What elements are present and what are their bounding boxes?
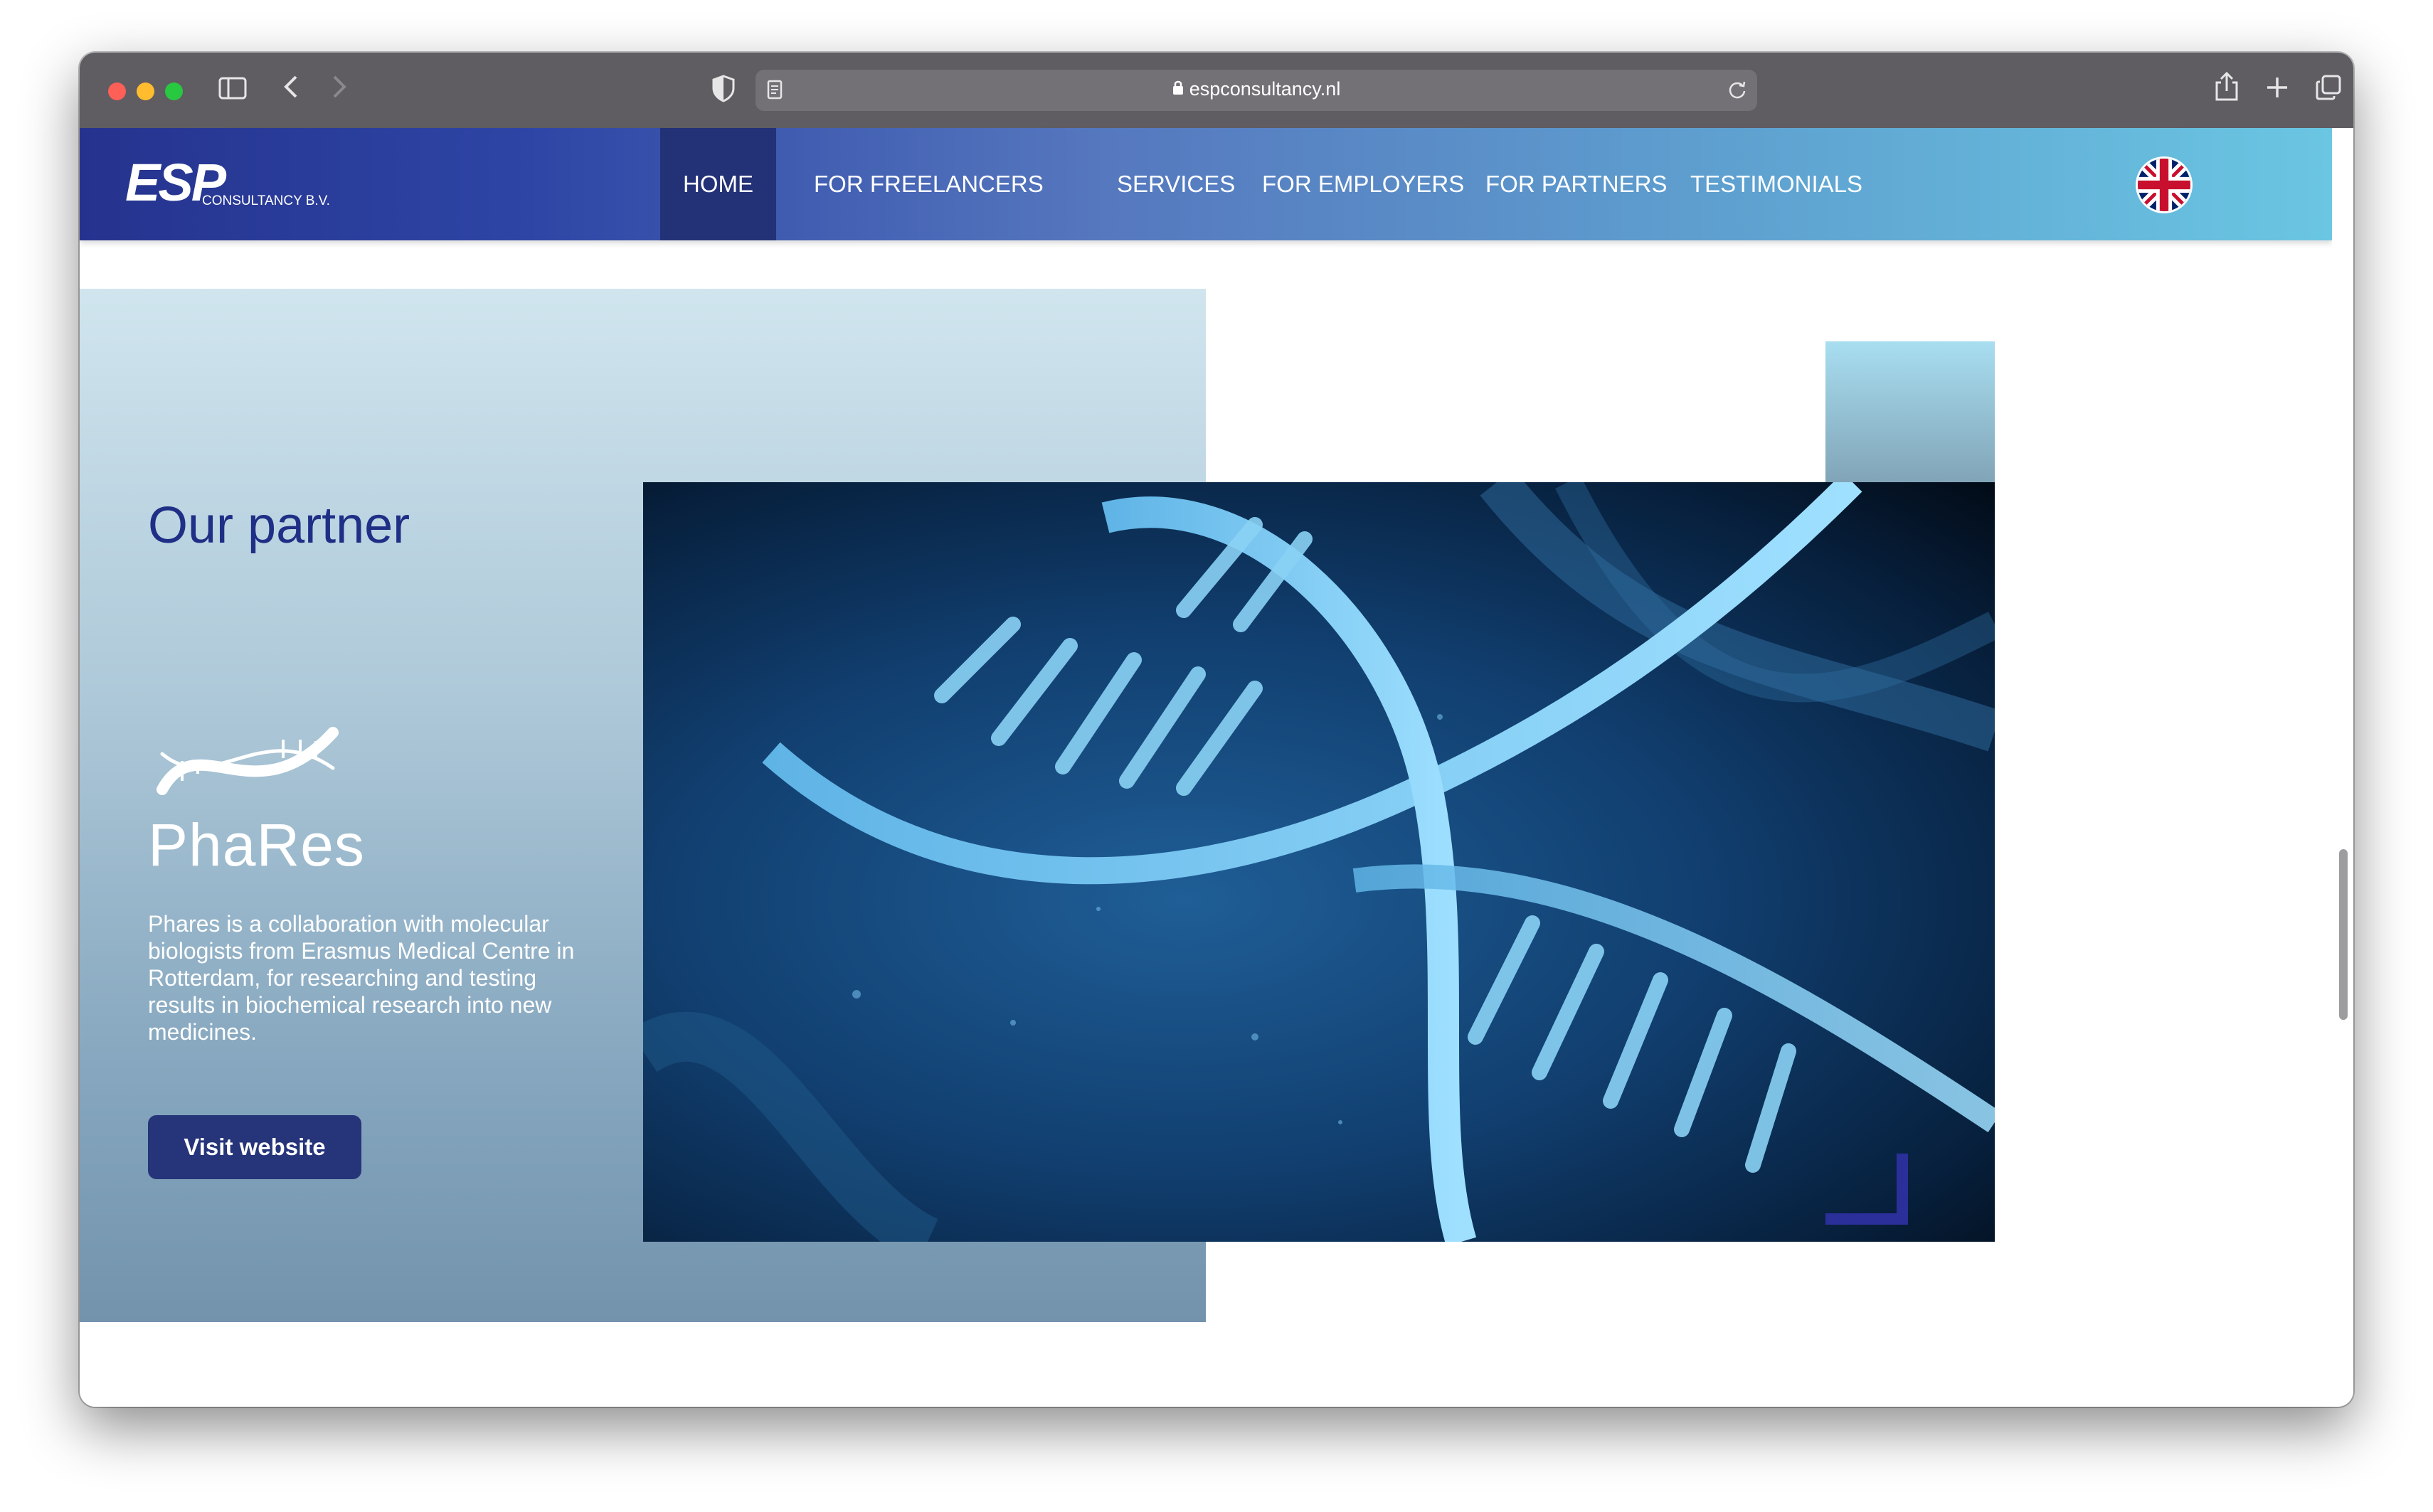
- page-viewport: ESP CONSULTANCY B.V. HOME FOR FREELANCER…: [80, 128, 2332, 1407]
- lock-icon: [1172, 80, 1184, 100]
- phares-helix-icon: [157, 727, 339, 795]
- close-window-button[interactable]: [108, 82, 126, 100]
- browser-toolbar: espconsultancy.nl: [80, 53, 2353, 129]
- share-icon[interactable]: [2214, 71, 2239, 107]
- reload-icon[interactable]: [1727, 80, 1747, 102]
- new-tab-icon[interactable]: [2265, 75, 2289, 105]
- phares-logo: PhaRes: [148, 711, 364, 882]
- nav-services[interactable]: SERVICES: [1094, 128, 1258, 240]
- scrollbar-track[interactable]: [2332, 128, 2353, 1407]
- uk-flag-icon[interactable]: [2136, 156, 2193, 213]
- nav-for-freelancers[interactable]: FOR FREELANCERS: [791, 128, 1066, 240]
- site-header: ESP CONSULTANCY B.V. HOME FOR FREELANCER…: [80, 128, 2332, 240]
- privacy-shield-icon[interactable]: [711, 74, 736, 107]
- visit-website-button[interactable]: Visit website: [148, 1115, 361, 1179]
- tab-overview-icon[interactable]: [2315, 74, 2342, 106]
- phares-logo-text: PhaRes: [148, 811, 365, 878]
- maximize-window-button[interactable]: [165, 82, 183, 100]
- back-icon[interactable]: [280, 73, 302, 106]
- scrollbar-thumb[interactable]: [2339, 849, 2348, 1020]
- esp-logo[interactable]: ESP CONSULTANCY B.V.: [125, 148, 332, 219]
- browser-window: espconsultancy.nl ESP CONSULTANCY B.V. H…: [80, 53, 2353, 1407]
- logo-sub-text: CONSULTANCY B.V.: [202, 193, 330, 208]
- nav-home[interactable]: HOME: [660, 128, 776, 240]
- nav-for-employers[interactable]: FOR EMPLOYERS: [1239, 128, 1487, 240]
- nav-for-partners[interactable]: FOR PARTNERS: [1463, 128, 1690, 240]
- url-label: espconsultancy.nl: [1189, 78, 1341, 100]
- minimize-window-button[interactable]: [137, 82, 154, 100]
- url-text: espconsultancy.nl: [756, 78, 1757, 100]
- dna-helix-image: [643, 482, 1995, 1242]
- sidebar-toggle-icon[interactable]: [218, 75, 247, 106]
- partner-title: Our partner: [148, 497, 410, 554]
- forward-icon[interactable]: [329, 73, 350, 106]
- address-bar[interactable]: espconsultancy.nl: [756, 70, 1757, 111]
- decorative-corner-bracket: [1825, 1154, 1908, 1225]
- nav-testimonials[interactable]: TESTIMONIALS: [1668, 128, 1885, 240]
- partner-description: Phares is a collaboration with molecular…: [148, 911, 575, 1045]
